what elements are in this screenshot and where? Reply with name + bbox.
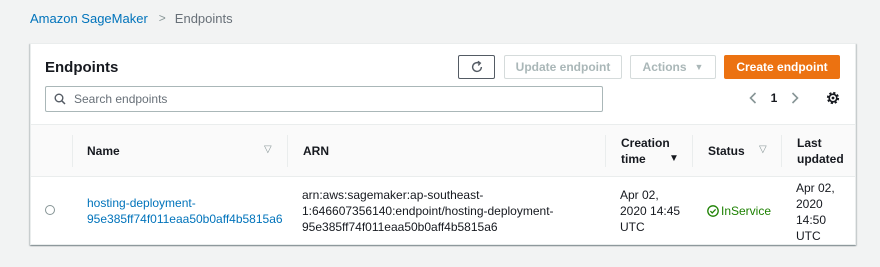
table-row[interactable]: hosting-deployment- 95e385ff74f011eaa50b… [31,177,855,245]
column-divider [72,135,73,167]
pagination: 1 [745,87,803,109]
endpoints-panel: Endpoints Update endpoint Actions ▼ Crea… [30,43,856,245]
endpoint-name-link[interactable]: hosting-deployment- 95e385ff74f011eaa50b… [87,195,283,227]
settings-gear-icon[interactable] [824,89,842,107]
breadcrumb: Amazon SageMaker > Endpoints [30,10,233,26]
status-text: InService [721,204,772,218]
refresh-icon [471,60,482,73]
creation-time-value: Apr 02, 2020 14:45 UTC [620,188,681,234]
next-page-icon[interactable] [787,92,803,104]
column-header-last-updated[interactable]: Last updated [797,125,853,176]
search-input[interactable] [74,88,602,110]
refresh-button[interactable] [458,55,495,79]
column-divider [605,135,606,167]
column-header-status-label: Status [708,143,745,158]
actions-dropdown-button[interactable]: Actions ▼ [630,55,716,79]
actions-label: Actions [642,60,687,74]
column-header-creation-time-label: Creation time [621,135,670,166]
sort-triangle-icon[interactable]: ▽ [759,144,767,155]
column-divider [781,135,782,167]
create-endpoint-button[interactable]: Create endpoint [724,55,840,79]
column-header-creation-time[interactable]: Creation time [621,125,681,176]
check-circle-icon [707,205,719,217]
sort-descending-icon[interactable]: ▼ [669,153,679,164]
status-badge: InService [707,203,771,219]
column-header-name-label: Name [87,143,120,158]
previous-page-icon[interactable] [745,92,761,104]
last-updated-value: Apr 02, 2020 14:50 UTC [796,181,835,243]
column-header-arn-label: ARN [303,143,329,158]
row-select-radio[interactable] [45,205,55,215]
column-header-last-updated-label: Last updated [797,135,844,166]
column-header-arn[interactable]: ARN [303,125,603,176]
breadcrumb-current: Endpoints [174,10,233,26]
update-endpoint-button[interactable]: Update endpoint [504,55,622,79]
panel-title: Endpoints [45,59,119,76]
search-box [45,86,603,112]
breadcrumb-sagemaker-link[interactable]: Amazon SageMaker [30,11,148,26]
page-number[interactable]: 1 [761,91,787,105]
column-divider [692,135,693,167]
breadcrumb-separator-icon: > [158,11,166,25]
sort-triangle-icon[interactable]: ▽ [264,144,272,155]
column-header-name[interactable]: Name [87,125,287,176]
caret-down-icon: ▼ [694,62,704,72]
table-header: Name ▽ ARN Creation time ▼ Status ▽ Last… [31,124,855,177]
endpoint-arn: arn:aws:sagemaker:ap-southeast- 1:646607… [302,188,554,234]
column-divider [287,135,288,167]
search-icon [46,93,74,105]
